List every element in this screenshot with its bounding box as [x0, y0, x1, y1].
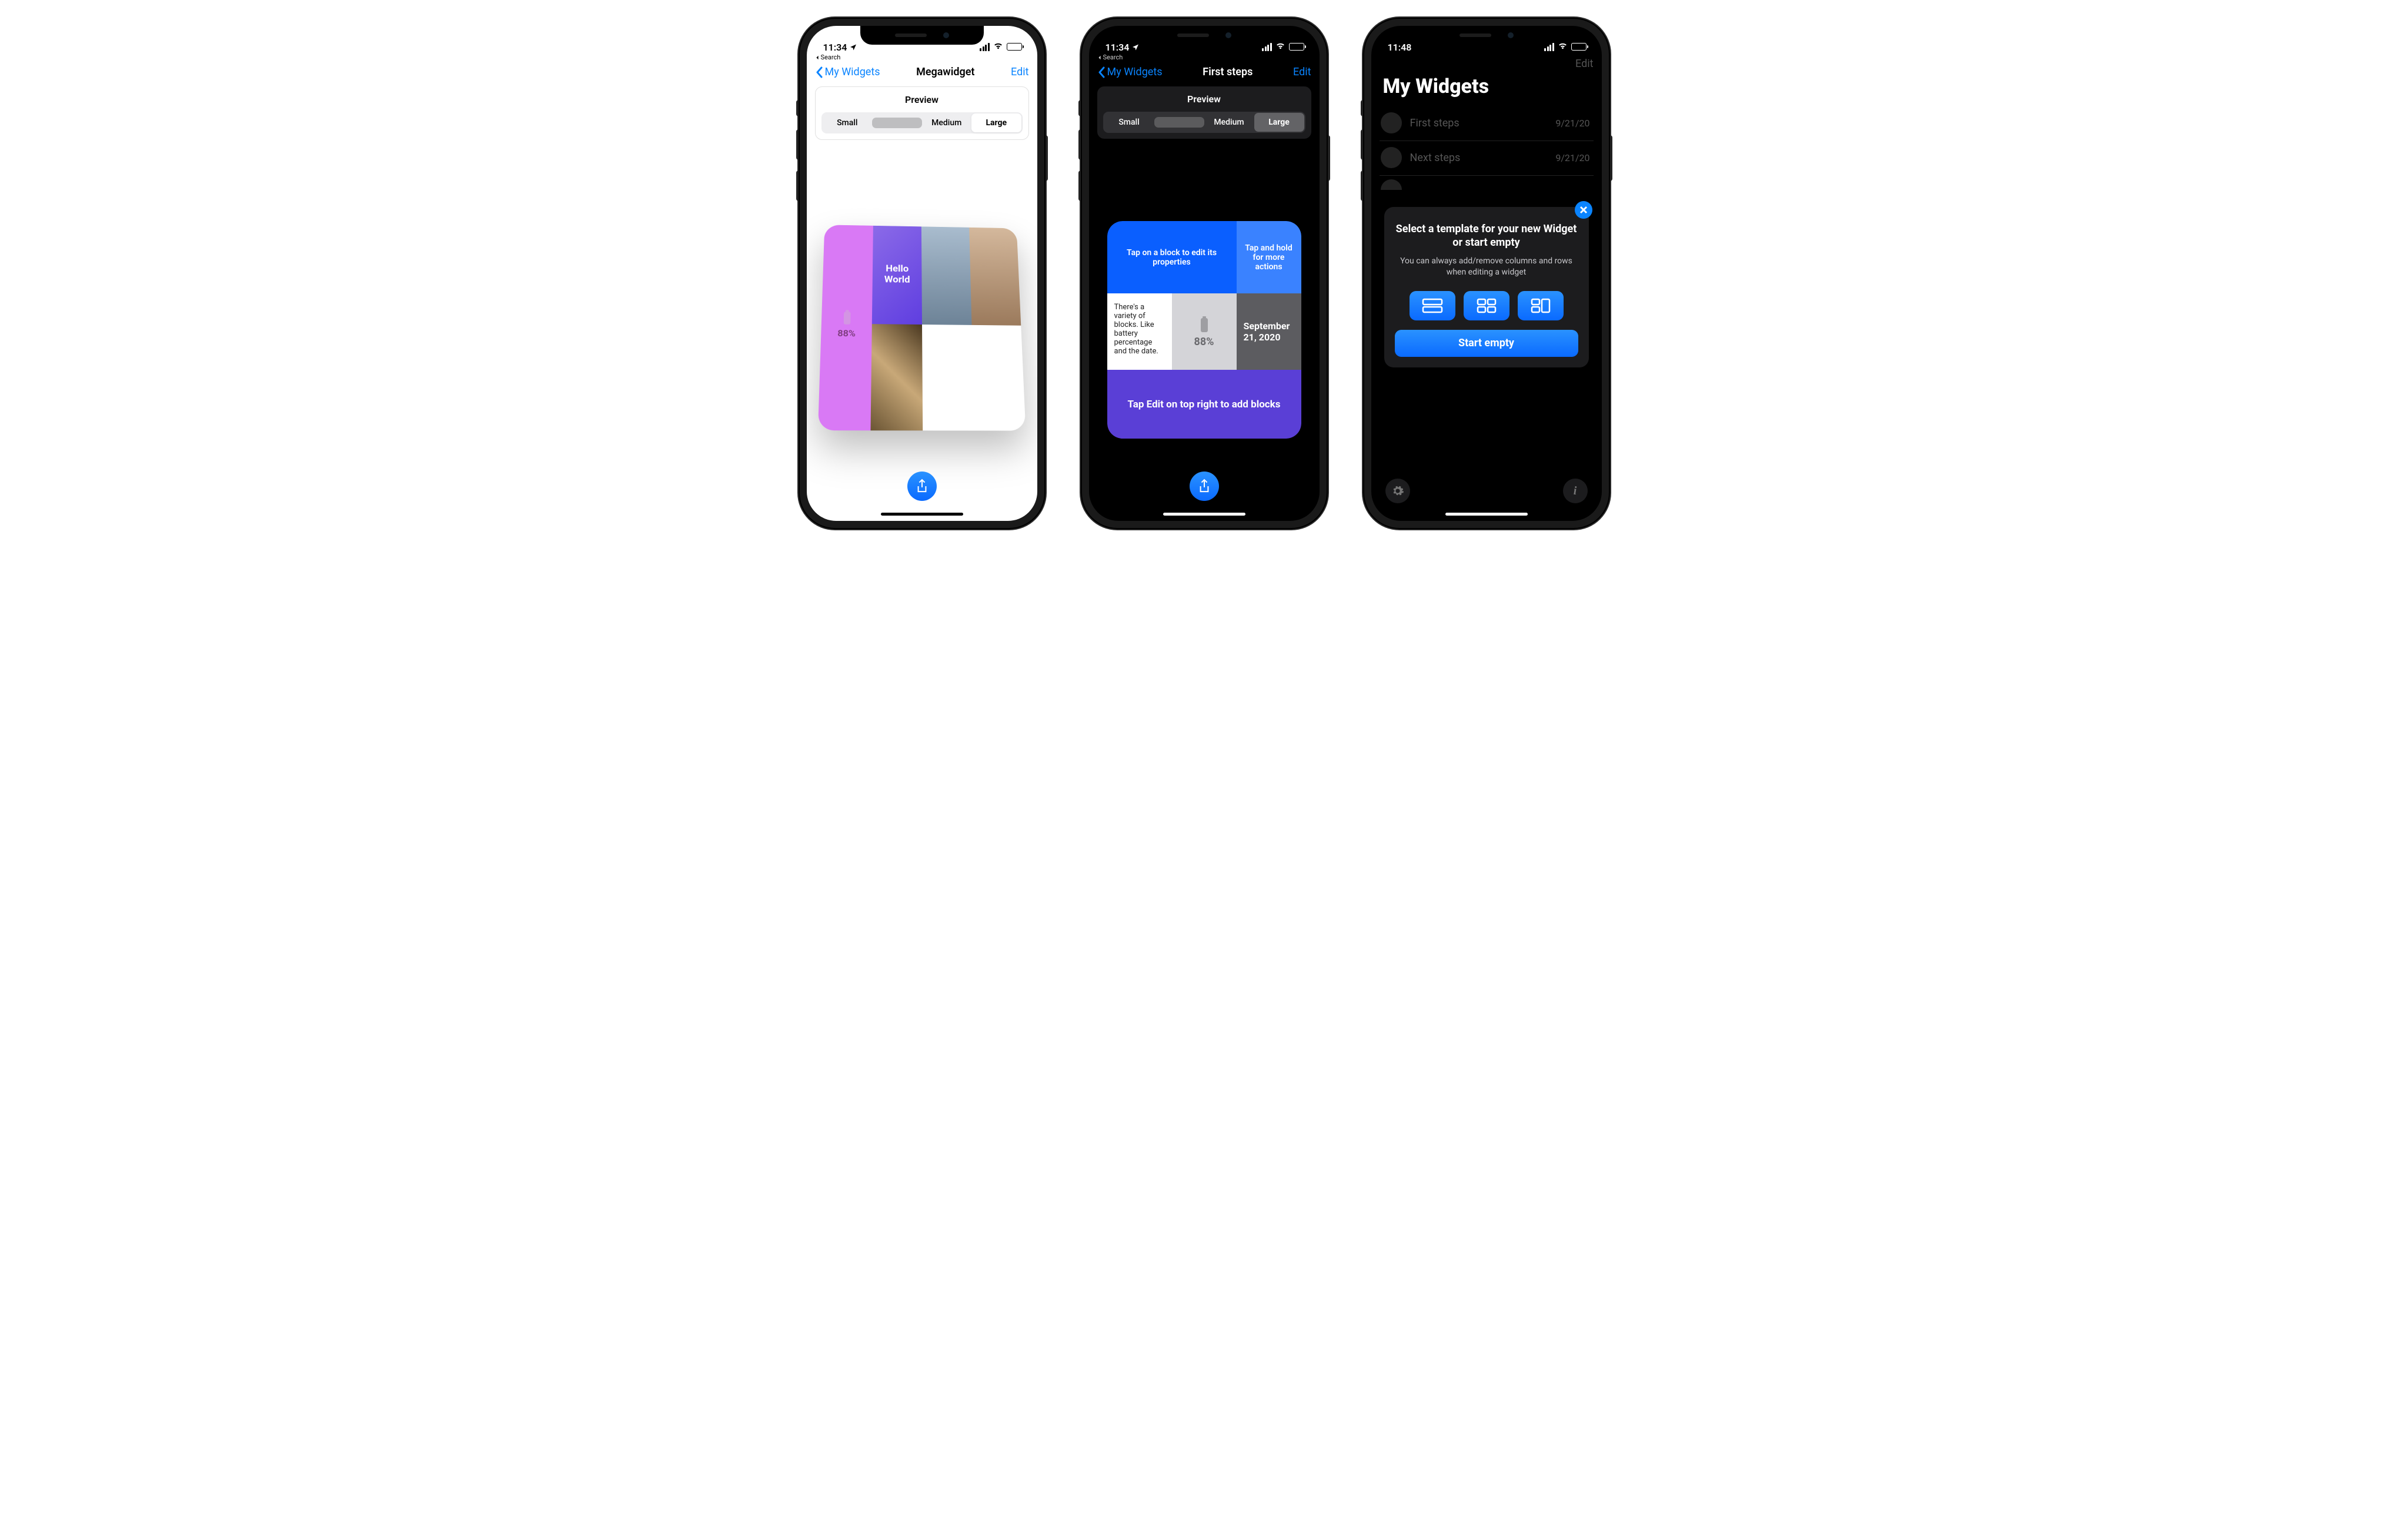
edit-button[interactable]: Edit — [1575, 58, 1593, 70]
cellular-icon — [1262, 43, 1272, 51]
widget-thumbnail — [1381, 147, 1402, 168]
battery-icon — [1571, 43, 1587, 51]
notch — [1425, 26, 1548, 45]
seg-medium[interactable]: Medium — [1204, 113, 1254, 132]
seg-large[interactable]: Large — [971, 113, 1021, 132]
edit-button[interactable]: Edit — [1011, 66, 1028, 78]
page-title: My Widgets — [1371, 70, 1602, 106]
home-indicator[interactable] — [1445, 513, 1528, 516]
seg-large[interactable]: Large — [1254, 113, 1304, 132]
list-item[interactable]: Next steps 9/21/20 — [1380, 141, 1594, 176]
battery-icon — [1007, 43, 1022, 51]
seg-small[interactable]: Small — [823, 113, 873, 132]
seg-small[interactable]: Small — [1104, 113, 1154, 132]
block-variety[interactable]: There's a variety of blocks. Like batter… — [1107, 293, 1172, 370]
cellular-icon — [1544, 43, 1554, 51]
widget-preview[interactable]: Tap on a block to edit its properties Ta… — [1107, 221, 1301, 439]
new-widget-popover: Select a template for your new Widget or… — [1384, 207, 1589, 367]
navbar: Edit — [1371, 53, 1602, 70]
status-time: 11:34 — [1106, 42, 1130, 53]
close-icon — [1579, 206, 1588, 214]
preview-card: Preview Small Medium Large — [1097, 86, 1311, 139]
block-battery[interactable]: 88% — [1172, 293, 1237, 370]
wifi-icon — [1275, 41, 1285, 53]
settings-button[interactable] — [1385, 479, 1410, 503]
home-indicator[interactable] — [881, 513, 963, 516]
share-button[interactable] — [907, 472, 937, 501]
share-button[interactable] — [1190, 472, 1219, 501]
page-title: First steps — [1203, 66, 1253, 78]
notch — [860, 26, 984, 45]
notch — [1143, 26, 1266, 45]
phone-frame-2: 11:34 Search My Widgets First steps — [1081, 18, 1328, 529]
size-segmented-control[interactable]: Small Medium Large — [821, 112, 1023, 133]
block-photo-1[interactable] — [921, 226, 971, 325]
battery-icon — [1289, 43, 1304, 51]
list-item-date: 9/21/20 — [1555, 118, 1589, 129]
phone-frame-1: 11:34 Search My Widgets Megawidget — [799, 18, 1046, 529]
block-date[interactable]: September 21, 2020 — [1237, 293, 1301, 370]
widgets-list: First steps 9/21/20 Next steps 9/21/20 — [1371, 106, 1602, 190]
status-time: 11:48 — [1388, 42, 1412, 53]
breadcrumb-back[interactable]: Search — [1089, 54, 1320, 61]
breadcrumb-back[interactable]: Search — [807, 54, 1037, 61]
template-mixed-icon — [1529, 297, 1552, 314]
page-title: Megawidget — [916, 66, 974, 78]
list-item-label: First steps — [1410, 117, 1548, 129]
battery-glyph-icon — [1198, 316, 1210, 333]
wifi-icon — [993, 41, 1003, 53]
navbar: My Widgets Megawidget Edit — [807, 61, 1037, 84]
location-arrow-icon — [850, 42, 857, 53]
block-photo-2[interactable] — [969, 228, 1021, 326]
block-add-instructions[interactable]: Tap Edit on top right to add blocks — [1107, 370, 1301, 439]
location-arrow-icon — [1132, 42, 1139, 53]
block-tap-hold[interactable]: Tap and hold for more actions — [1237, 221, 1301, 293]
block-battery[interactable]: 88% — [817, 225, 873, 430]
status-time: 11:34 — [823, 42, 847, 53]
back-button[interactable]: My Widgets — [1097, 66, 1163, 78]
template-rows-button[interactable] — [1410, 291, 1455, 320]
home-indicator[interactable] — [1163, 513, 1245, 516]
cellular-icon — [980, 43, 990, 51]
list-item-date: 9/21/20 — [1555, 152, 1589, 163]
preview-card: Preview Small Medium Large — [815, 86, 1029, 140]
template-grid-button[interactable] — [1464, 291, 1509, 320]
list-item-label: Next steps — [1410, 152, 1548, 164]
preview-label: Preview — [1103, 93, 1305, 105]
list-item[interactable]: First steps 9/21/20 — [1380, 106, 1594, 141]
wifi-icon — [1558, 41, 1568, 53]
block-tap-edit[interactable]: Tap on a block to edit its properties — [1107, 221, 1237, 293]
info-button[interactable]: i — [1563, 479, 1588, 503]
popover-subtext: You can always add/remove columns and ro… — [1395, 256, 1578, 278]
block-hello[interactable]: Hello World — [871, 226, 921, 325]
phone-frame-3: 11:48 Edit My Widgets First steps 9/21/2… — [1363, 18, 1610, 529]
widget-thumbnail — [1381, 112, 1402, 133]
widget-preview[interactable]: Hello World 88% — [817, 225, 1025, 430]
start-empty-button[interactable]: Start empty — [1395, 330, 1578, 357]
info-icon: i — [1574, 484, 1577, 498]
popover-heading: Select a template for your new Widget or… — [1395, 222, 1578, 250]
size-segmented-control[interactable]: Small Medium Large — [1103, 112, 1305, 133]
back-button[interactable]: My Widgets — [815, 66, 880, 78]
navbar: My Widgets First steps Edit — [1089, 61, 1320, 84]
seg-medium[interactable]: Medium — [922, 113, 972, 132]
block-photo-3[interactable] — [870, 324, 923, 430]
edit-button[interactable]: Edit — [1293, 66, 1311, 78]
template-grid-icon — [1475, 297, 1498, 314]
template-rows-icon — [1421, 297, 1444, 314]
preview-label: Preview — [821, 94, 1023, 105]
battery-glyph-icon — [840, 309, 853, 325]
widget-thumbnail-partial — [1381, 179, 1402, 190]
close-button[interactable] — [1575, 201, 1592, 219]
template-mixed-button[interactable] — [1518, 291, 1564, 320]
gear-icon — [1391, 484, 1404, 497]
